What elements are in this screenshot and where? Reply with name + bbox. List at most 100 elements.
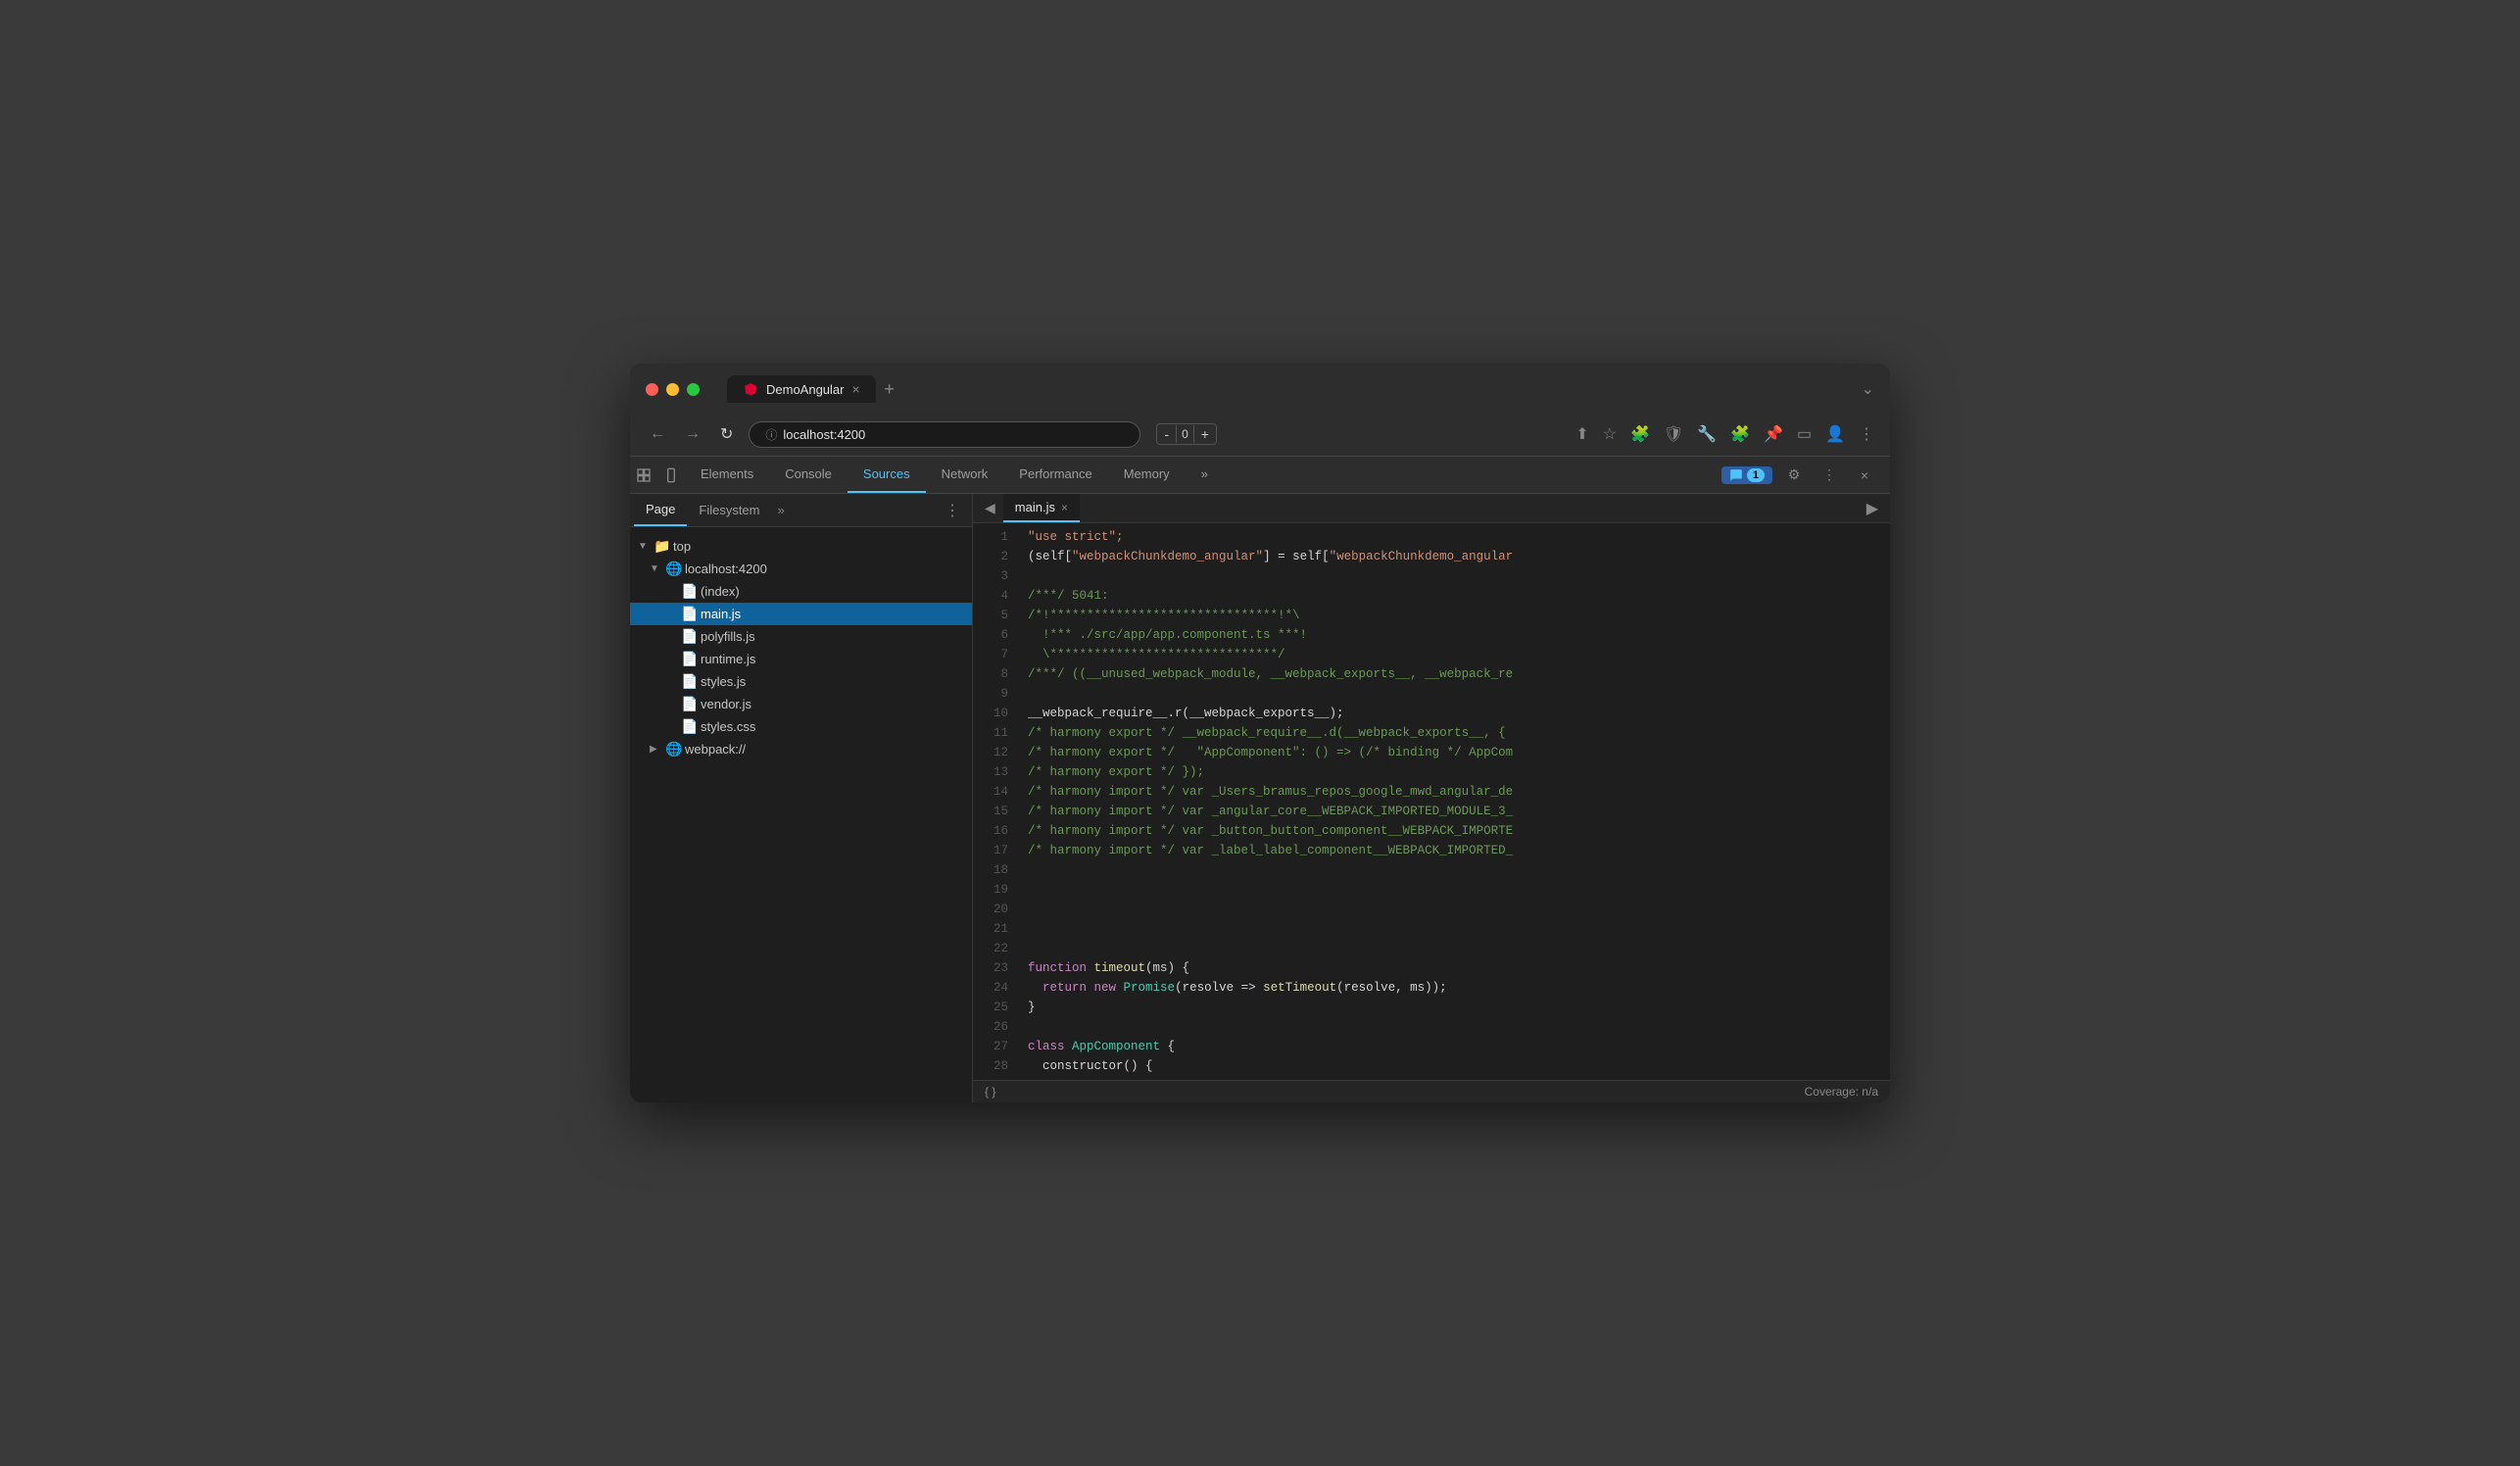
devtools-tab-console[interactable]: Console [769,457,848,493]
code-footer: { } Coverage: n/a [973,1080,1890,1102]
window-collapse-button[interactable]: ⌄ [1862,379,1874,399]
browser-tab-demoangular[interactable]: DemoAngular × [727,375,876,403]
refresh-button[interactable]: ↻ [716,420,737,448]
close-window-button[interactable] [646,383,658,396]
puzzle-icon[interactable]: 🧩 [1730,424,1750,444]
extension2-icon[interactable]: 🛡 [1664,424,1683,444]
devtools-options-button[interactable]: ⋮ [1816,462,1843,489]
code-tab-close-button[interactable]: × [1061,501,1068,514]
code-line-28: constructor() { [1028,1056,1890,1076]
tree-label-index: (index) [701,584,740,599]
angular-icon [743,381,758,397]
tree-label-runtime: runtime.js [701,652,755,666]
console-messages-button[interactable]: 1 [1721,466,1772,484]
new-tab-button[interactable]: + [876,375,903,403]
collapse-panel-button[interactable]: ◀ [977,494,1003,522]
tree-item-mainjs[interactable]: 📄 main.js [630,603,972,625]
code-area[interactable]: 12345 678910 1112131415 1617181920 21222… [973,523,1890,1080]
footer-left: { } [985,1085,995,1099]
file-panel: Page Filesystem » ⋮ ▼ 📁 top [630,494,973,1102]
devtools-tab-memory[interactable]: Memory [1108,457,1186,493]
collapse-right-button[interactable]: ▶ [1859,495,1886,522]
tree-label-polyfills: polyfills.js [701,629,755,644]
tree-label-top: top [673,539,691,554]
code-tabs: ◀ main.js × ▶ [973,494,1890,523]
devtools-tab-performance[interactable]: Performance [1003,457,1107,493]
format-icon[interactable]: { } [985,1085,995,1099]
code-tab-mainjs[interactable]: main.js × [1003,494,1080,522]
tree-item-localhost[interactable]: ▼ 🌐 localhost:4200 [630,558,972,580]
code-line-20 [1028,900,1890,919]
profile-icon[interactable]: 👤 [1825,424,1845,444]
devtools-close-button[interactable]: × [1851,462,1878,489]
window-controls: ⌄ [1862,379,1874,399]
back-button[interactable]: ← [646,421,669,447]
tree-item-top[interactable]: ▼ 📁 top [630,535,972,558]
bookmark-icon[interactable]: ☆ [1603,424,1617,444]
tab-bar: DemoAngular × + [727,375,1850,403]
menu-icon[interactable]: ⋮ [1859,424,1874,444]
devtools-tab-sources[interactable]: Sources [848,457,926,493]
tree-arrow-webpack: ▶ [650,744,661,755]
file-icon-vendor: 📄 [681,696,697,712]
code-line-8: /***/ ((__unused_webpack_module, __webpa… [1028,664,1890,684]
server-icon-webpack: 🌐 [665,741,681,757]
tree-label-mainjs: main.js [701,607,741,621]
devtools-tab-network[interactable]: Network [926,457,1004,493]
file-icon-styles-js: 📄 [681,673,697,690]
tree-item-styles-css[interactable]: 📄 styles.css [630,715,972,738]
code-line-25: } [1028,998,1890,1017]
maximize-window-button[interactable] [687,383,700,396]
tree-label-webpack: webpack:// [685,742,746,757]
zoom-value: 0 [1176,425,1194,443]
code-line-7: \*******************************/ [1028,645,1890,664]
file-icon-polyfills: 📄 [681,628,697,645]
file-panel-tab-filesystem[interactable]: Filesystem [687,495,771,525]
code-line-17: /* harmony import */ var _label_label_co… [1028,841,1890,860]
file-panel-tab-page[interactable]: Page [634,494,687,526]
minimize-window-button[interactable] [666,383,679,396]
title-bar: DemoAngular × + ⌄ [630,364,1890,413]
code-line-27: class AppComponent { [1028,1037,1890,1056]
sidebar-icon[interactable]: ▭ [1797,424,1812,444]
code-line-16: /* harmony import */ var _button_button_… [1028,821,1890,841]
pin-icon[interactable]: 📌 [1764,424,1783,444]
url-display: localhost:4200 [783,427,865,442]
file-panel-more-button[interactable]: » [772,499,791,521]
file-panel-options-button[interactable]: ⋮ [937,497,968,524]
address-bar: ← → ↻ ⓘ localhost:4200 - 0 + ⬆ ☆ 🧩 🛡 🔧 🧩… [630,413,1890,457]
code-line-15: /* harmony import */ var _angular_core__… [1028,802,1890,821]
nav-right-icons: ⬆ ☆ 🧩 🛡 🔧 🧩 📌 ▭ 👤 ⋮ [1575,424,1874,444]
tree-item-webpack[interactable]: ▶ 🌐 webpack:// [630,738,972,760]
zoom-out-button[interactable]: - [1157,424,1176,444]
tree-arrow-top: ▼ [638,541,650,552]
share-icon[interactable]: ⬆ [1575,424,1588,444]
code-line-22 [1028,939,1890,958]
extensions-icon[interactable]: 🧩 [1630,424,1650,444]
devtools-mobile-button[interactable] [657,462,685,489]
code-content: "use strict"; (self["webpackChunkdemo_an… [1020,523,1890,1080]
code-line-26 [1028,1017,1890,1037]
devtools-tab-more[interactable]: » [1186,457,1224,493]
code-line-21 [1028,919,1890,939]
tree-item-styles-js[interactable]: 📄 styles.js [630,670,972,693]
forward-button[interactable]: → [681,421,704,447]
code-line-2: (self["webpackChunkdemo_angular"] = self… [1028,547,1890,566]
tree-item-polyfills[interactable]: 📄 polyfills.js [630,625,972,648]
address-input[interactable]: ⓘ localhost:4200 [749,421,1140,448]
browser-window: DemoAngular × + ⌄ ← → ↻ ⓘ localhost:4200… [630,364,1890,1102]
code-line-5: /*!*******************************!*\ [1028,606,1890,625]
tree-item-runtime[interactable]: 📄 runtime.js [630,648,972,670]
tree-item-vendor[interactable]: 📄 vendor.js [630,693,972,715]
code-line-13: /* harmony export */ }); [1028,762,1890,782]
line-numbers: 12345 678910 1112131415 1617181920 21222… [973,523,1020,1080]
devtools-icon[interactable]: 🔧 [1697,424,1717,444]
tab-close-button[interactable]: × [852,381,860,397]
devtools-settings-button[interactable]: ⚙ [1780,462,1808,489]
devtools-panel: Elements Console Sources Network Perform… [630,457,1890,1102]
devtools-inspector-button[interactable] [630,462,657,489]
code-tab-label: main.js [1015,500,1055,514]
zoom-in-button[interactable]: + [1194,424,1216,444]
devtools-tab-elements[interactable]: Elements [685,457,769,493]
tree-item-index[interactable]: 📄 (index) [630,580,972,603]
